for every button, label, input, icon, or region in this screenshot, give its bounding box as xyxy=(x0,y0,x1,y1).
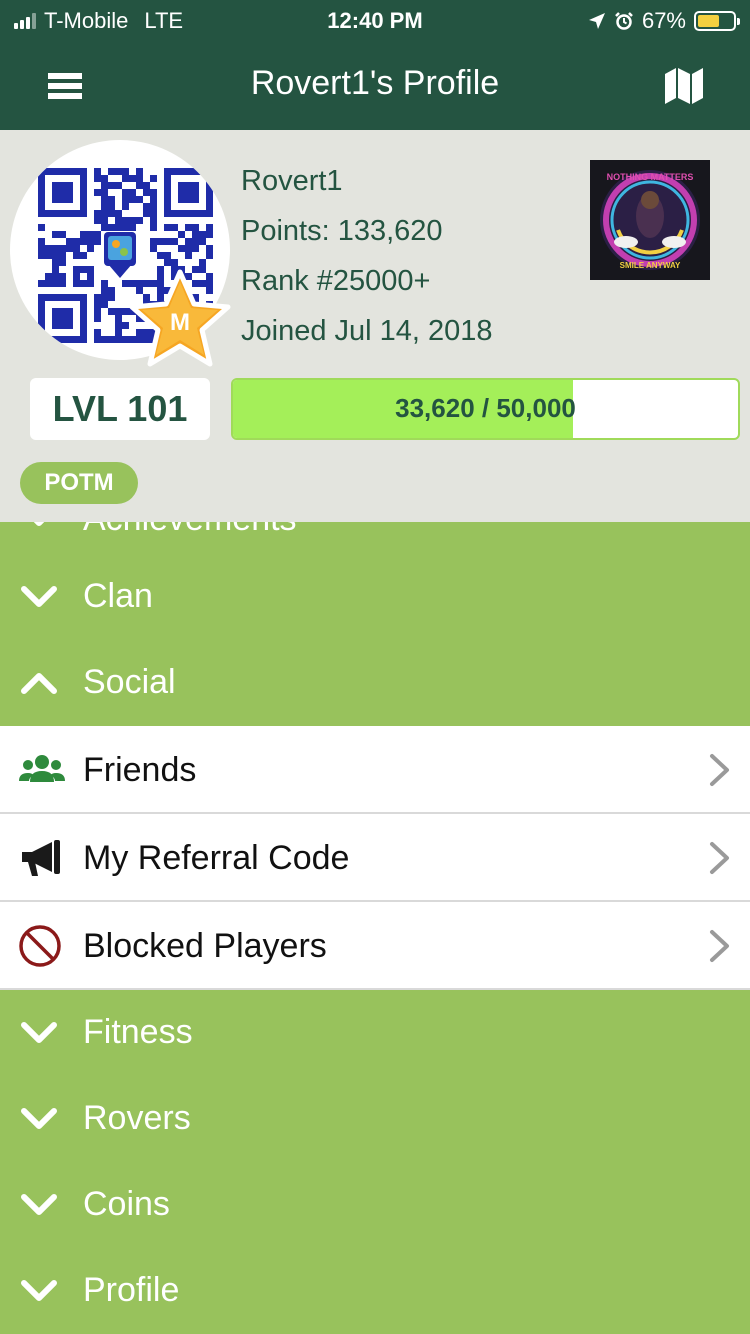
xp-progress-bar: 33,620 / 50,000 xyxy=(231,378,740,440)
chevron-up-icon xyxy=(21,673,57,694)
badge-letter: M xyxy=(170,309,190,336)
chevron-right-icon xyxy=(710,842,729,874)
section-achievements[interactable]: Achievements xyxy=(0,522,750,552)
profile-info: Rovert1 Points: 133,620 Rank #25000+ Joi… xyxy=(241,156,493,356)
xp-progress-label: 33,620 / 50,000 xyxy=(395,393,576,423)
row-label: Blocked Players xyxy=(83,927,327,965)
rank: Rank #25000+ xyxy=(241,265,431,297)
section-label: Rovers xyxy=(83,1099,191,1137)
status-right: 67% xyxy=(588,8,740,34)
thumb-text-bottom: SMILE ANYWAY xyxy=(620,261,681,270)
chevron-down-icon xyxy=(21,586,57,607)
row-label: Friends xyxy=(83,751,197,789)
map-icon xyxy=(665,68,703,104)
chevron-right-icon xyxy=(710,930,729,962)
friends-row[interactable]: Friends xyxy=(0,726,750,814)
star-badge-icon: M xyxy=(129,269,231,367)
section-profile[interactable]: Profile xyxy=(0,1248,750,1334)
points: Points: 133,620 xyxy=(241,215,443,247)
blocked-players-row[interactable]: Blocked Players xyxy=(0,902,750,990)
map-button[interactable] xyxy=(664,66,704,106)
thumbnail-image: NOTHING MATTERS SMILE ANYWAY xyxy=(590,160,710,280)
username: Rovert1 xyxy=(241,165,343,197)
alarm-icon xyxy=(615,12,633,30)
location-arrow-icon xyxy=(588,13,605,29)
section-label: Social xyxy=(83,663,176,701)
section-fitness[interactable]: Fitness xyxy=(0,990,750,1076)
section-clan[interactable]: Clan xyxy=(0,554,750,640)
chevron-down-icon xyxy=(33,522,45,526)
chevron-down-icon xyxy=(21,1022,57,1043)
section-rovers[interactable]: Rovers xyxy=(0,1076,750,1162)
row-label: My Referral Code xyxy=(83,839,350,877)
battery-percent: 67% xyxy=(641,8,686,33)
potm-tag[interactable]: POTM xyxy=(20,462,138,504)
section-label: Clan xyxy=(83,577,153,615)
profile-header: M Rovert1 Points: 133,620 Rank #25000+ J… xyxy=(0,130,750,522)
status-bar: T-Mobile LTE 12:40 PM 67% xyxy=(0,0,750,40)
joined-date: Joined Jul 14, 2018 xyxy=(241,315,493,347)
section-label: Profile xyxy=(83,1271,180,1309)
friends-icon xyxy=(19,755,65,782)
chevron-down-icon xyxy=(21,1108,57,1129)
section-label: Fitness xyxy=(83,1013,193,1051)
megaphone-icon xyxy=(22,840,60,876)
section-coins[interactable]: Coins xyxy=(0,1162,750,1248)
section-label: Achievements xyxy=(83,522,297,539)
page-title: Rovert1's Profile xyxy=(250,64,500,102)
battery-icon xyxy=(694,11,740,31)
blocked-icon xyxy=(19,925,61,967)
chevron-down-icon xyxy=(21,1194,57,1215)
chevron-down-icon xyxy=(21,1280,57,1301)
section-label: Coins xyxy=(83,1185,170,1223)
thumb-text-top: NOTHING MATTERS xyxy=(607,172,694,182)
profile-thumbnail[interactable]: NOTHING MATTERS SMILE ANYWAY xyxy=(590,160,710,280)
nav-bar: Rovert1's Profile xyxy=(0,40,750,130)
chevron-right-icon xyxy=(710,754,729,786)
level-badge: LVL 101 xyxy=(30,378,210,440)
section-social[interactable]: Social xyxy=(0,640,750,726)
referral-code-row[interactable]: My Referral Code xyxy=(0,814,750,902)
